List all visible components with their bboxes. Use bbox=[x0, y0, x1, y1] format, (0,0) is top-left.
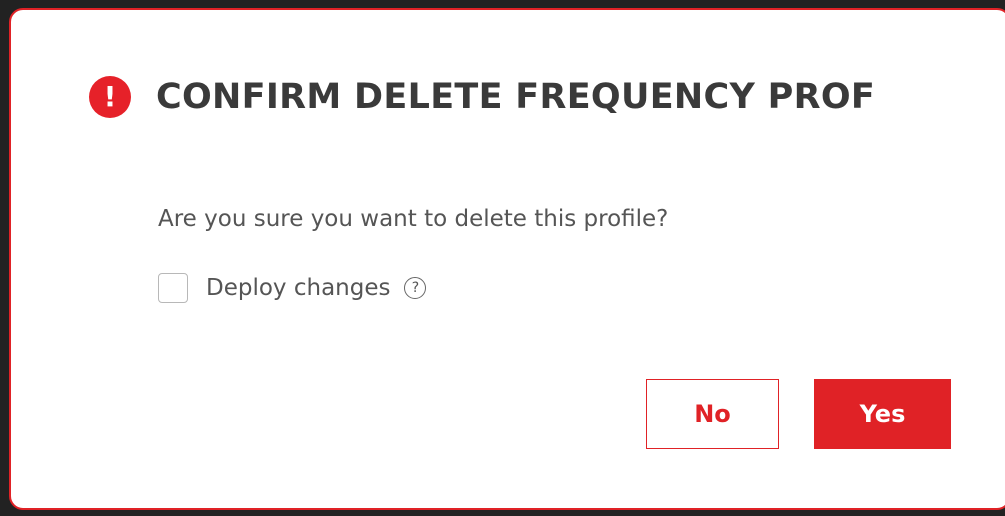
confirm-delete-dialog: ! CONFIRM DELETE FREQUENCY PROF Are you … bbox=[9, 8, 1005, 510]
no-button[interactable]: No bbox=[646, 379, 779, 449]
deploy-changes-label[interactable]: Deploy changes bbox=[206, 275, 390, 301]
dialog-title: CONFIRM DELETE FREQUENCY PROF bbox=[156, 77, 876, 117]
yes-button[interactable]: Yes bbox=[814, 379, 951, 449]
deploy-changes-row: Deploy changes ? bbox=[158, 273, 427, 303]
deploy-changes-checkbox[interactable] bbox=[158, 273, 188, 303]
help-icon[interactable]: ? bbox=[404, 277, 427, 299]
dialog-header: ! CONFIRM DELETE FREQUENCY PROF bbox=[89, 76, 875, 118]
confirm-message: Are you sure you want to delete this pro… bbox=[158, 206, 669, 232]
alert-icon: ! bbox=[89, 76, 131, 118]
